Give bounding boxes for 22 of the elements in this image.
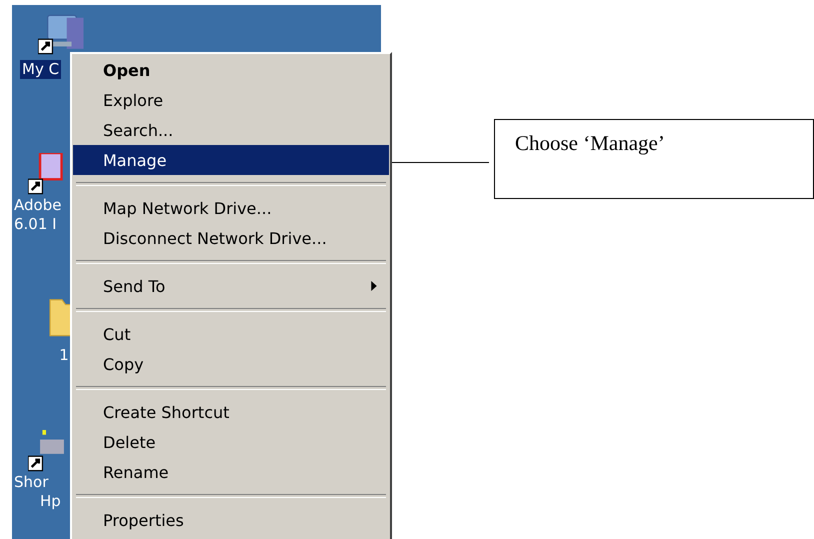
icon-label[interactable]: Shor (12, 473, 50, 492)
submenu-arrow-icon (371, 281, 377, 291)
menu-item[interactable]: Send To (73, 271, 389, 301)
icon-label[interactable]: My C (20, 60, 62, 79)
menu-item[interactable]: Manage (73, 145, 389, 175)
menu-item[interactable]: Search... (73, 115, 389, 145)
computer-icon[interactable] (38, 13, 86, 56)
icon-label[interactable]: 1 (57, 346, 71, 365)
menu-item[interactable]: Open (73, 55, 389, 85)
menu-item[interactable]: Explore (73, 85, 389, 115)
icon-label[interactable]: 6.01 I (12, 215, 59, 234)
menu-item[interactable]: Map Network Drive... (73, 193, 389, 223)
menu-item[interactable]: Disconnect Network Drive... (73, 223, 389, 253)
menu-item[interactable]: Properties (73, 505, 389, 535)
menu-item[interactable]: Copy (73, 349, 389, 379)
menu-item[interactable]: Delete (73, 427, 389, 457)
menu-item[interactable]: Rename (73, 457, 389, 487)
menu-item[interactable]: Create Shortcut (73, 397, 389, 427)
menu-item[interactable]: Cut (73, 319, 389, 349)
icon-label[interactable]: Adobe (12, 196, 64, 215)
icon-label[interactable]: Hp (38, 492, 63, 511)
callout-text: Choose ‘Manage’ (515, 131, 665, 155)
